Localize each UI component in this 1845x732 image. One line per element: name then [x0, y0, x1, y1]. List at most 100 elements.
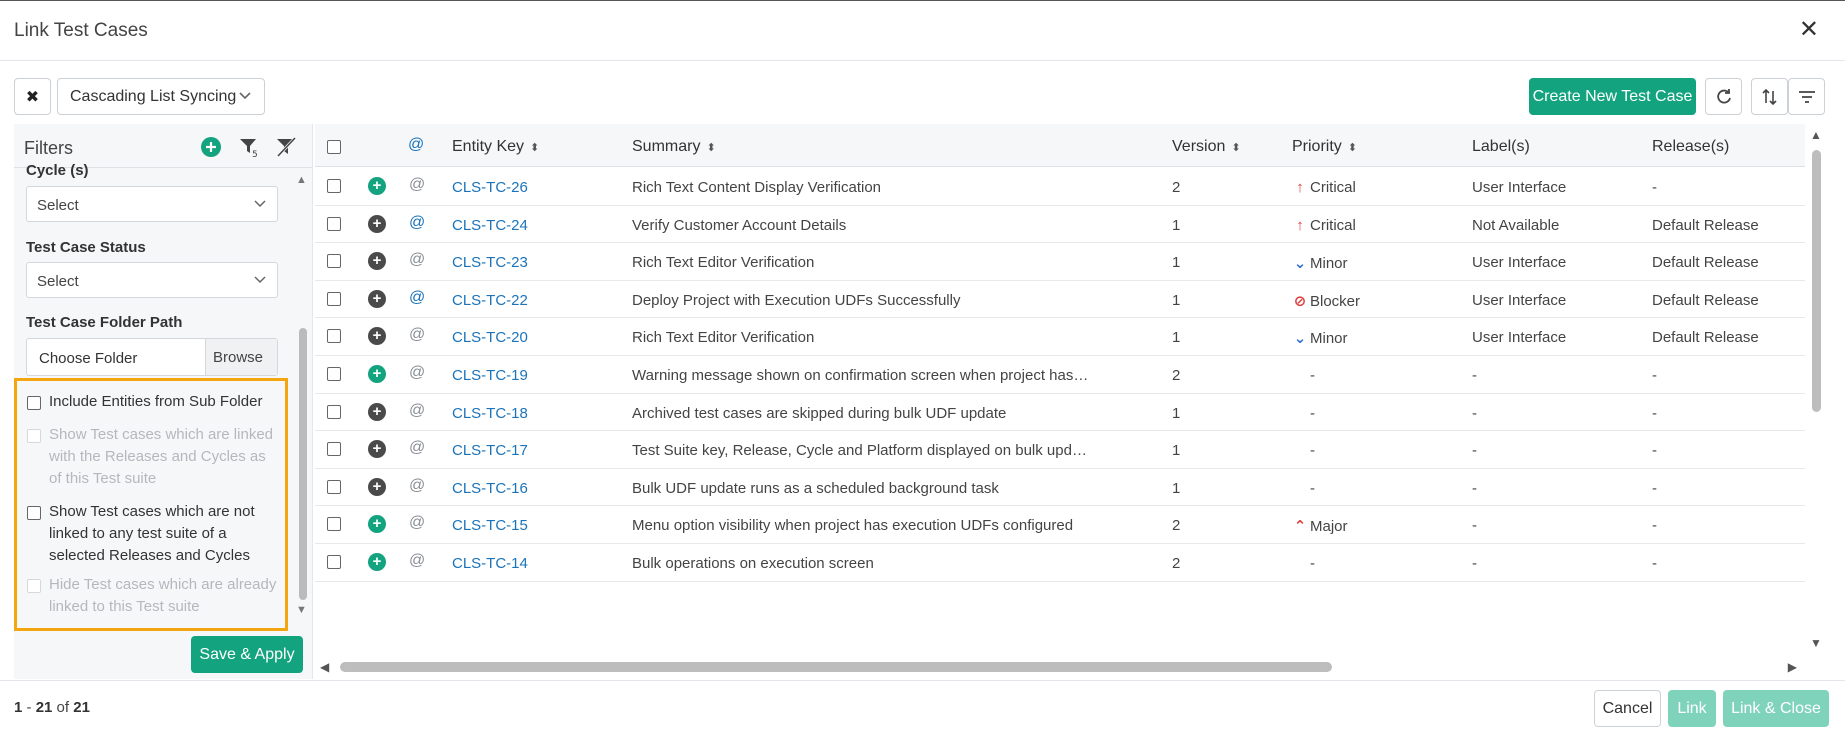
folder-path-field[interactable]: Choose Folder Browse — [26, 338, 278, 376]
row-checkbox[interactable] — [327, 404, 341, 419]
create-test-case-button[interactable]: Create New Test Case — [1529, 78, 1696, 115]
version-cell: 2 — [1172, 555, 1181, 572]
row-checkbox[interactable] — [327, 179, 341, 193]
select-all-checkbox[interactable] — [327, 140, 341, 154]
row-checkbox[interactable] — [327, 479, 341, 494]
row-checkbox[interactable] — [327, 329, 341, 344]
column-settings-button[interactable] — [1751, 78, 1788, 115]
release-cell: - — [1652, 555, 1657, 572]
option-include-subfolder[interactable]: Include Entities from Sub Folder — [27, 391, 281, 413]
row-checkbox[interactable] — [327, 517, 341, 532]
refresh-button[interactable] — [1705, 78, 1742, 115]
scroll-left-icon[interactable]: ◀ — [320, 660, 329, 674]
scroll-thumb[interactable] — [340, 662, 1332, 672]
status-select[interactable]: Select — [26, 262, 278, 298]
entity-key-link[interactable]: CLS-TC-16 — [452, 480, 528, 497]
header-entity-key[interactable]: Entity Key ⬍ — [452, 138, 539, 156]
row-checkbox[interactable] — [327, 216, 341, 231]
header-summary[interactable]: Summary ⬍ — [632, 138, 716, 156]
table-row[interactable]: + @ CLS-TC-20 Rich Text Editor Verification… — [315, 318, 1805, 356]
filters-scrollbar[interactable]: ▲ ▼ — [296, 168, 310, 628]
summary-cell: Warning message shown on confirmation sc… — [632, 367, 1092, 384]
folder-placeholder: Choose Folder — [39, 350, 138, 367]
checkbox[interactable] — [27, 396, 41, 410]
entity-key-link[interactable]: CLS-TC-26 — [452, 179, 528, 196]
add-circle-icon[interactable]: + — [368, 252, 386, 271]
table-row[interactable]: + @ CLS-TC-15 Menu option visibility when p… — [315, 506, 1805, 544]
scroll-thumb[interactable] — [1812, 150, 1821, 412]
entity-key-link[interactable]: CLS-TC-15 — [452, 517, 528, 534]
entity-key-link[interactable]: CLS-TC-18 — [452, 405, 528, 422]
entity-key-link[interactable]: CLS-TC-22 — [452, 292, 528, 309]
priority-cell: - — [1310, 479, 1315, 497]
add-circle-icon[interactable]: + — [368, 553, 386, 571]
scroll-down-icon[interactable]: ▼ — [1810, 636, 1822, 650]
table-row[interactable]: + @ CLS-TC-19 Warning message shown on conf… — [315, 356, 1805, 394]
version-cell: 2 — [1172, 367, 1181, 384]
add-circle-icon[interactable]: + — [368, 477, 386, 496]
status-select-value: Select — [37, 273, 79, 290]
add-circle-icon[interactable]: + — [368, 214, 386, 233]
refresh-icon — [1716, 88, 1731, 103]
add-circle-icon[interactable]: + — [368, 402, 386, 421]
clear-filter-button[interactable]: ✖ — [14, 78, 51, 115]
entity-key-link[interactable]: CLS-TC-24 — [452, 217, 528, 234]
checkbox[interactable] — [27, 506, 41, 520]
priority-cell: ↑ Critical — [1292, 217, 1356, 234]
table-horizontal-scrollbar[interactable]: ◀ ▶ — [318, 658, 1805, 676]
add-circle-icon[interactable]: + — [368, 177, 386, 195]
table-row[interactable]: + @ CLS-TC-23 Rich Text Editor Verification… — [315, 243, 1805, 281]
saved-filter-select[interactable]: Cascading List Syncing — [57, 78, 265, 115]
entity-key-link[interactable]: CLS-TC-17 — [452, 442, 528, 459]
scroll-thumb[interactable] — [299, 328, 307, 600]
table-row[interactable]: + @ CLS-TC-26 Rich Text Content Display Ver… — [315, 168, 1805, 206]
cycle-select[interactable]: Select — [26, 186, 278, 222]
link-and-close-button[interactable]: Link & Close — [1723, 690, 1829, 727]
add-circle-icon[interactable]: + — [368, 515, 386, 534]
entity-key-link[interactable]: CLS-TC-20 — [452, 329, 528, 346]
test-case-table: @ Entity Key ⬍ Summary ⬍ Version ⬍ Priority… — [315, 124, 1805, 644]
close-icon[interactable]: ✕ — [1799, 18, 1819, 42]
scroll-down-icon[interactable]: ▼ — [296, 604, 307, 616]
scroll-up-icon[interactable]: ▲ — [296, 174, 307, 186]
row-checkbox[interactable] — [327, 555, 341, 569]
table-vertical-scrollbar[interactable]: ▲ ▼ — [1805, 128, 1827, 653]
table-row[interactable]: + @ CLS-TC-14 Bulk operations on execution … — [315, 544, 1805, 582]
add-circle-icon[interactable]: + — [368, 365, 386, 383]
header-version[interactable]: Version ⬍ — [1172, 138, 1241, 156]
release-cell: Default Release — [1652, 291, 1759, 309]
table-row[interactable]: + @ CLS-TC-24 Verify Customer Account Detai… — [315, 206, 1805, 244]
filter-reset-icon[interactable]: 5 — [238, 136, 260, 158]
browse-button[interactable]: Browse — [205, 339, 277, 375]
table-row[interactable]: + @ CLS-TC-22 Deploy Project with Execution… — [315, 281, 1805, 319]
row-checkbox[interactable] — [327, 254, 341, 269]
table-row[interactable]: + @ CLS-TC-18 Archived test cases are skipp… — [315, 394, 1805, 432]
summary-cell: Rich Text Editor Verification — [632, 254, 815, 272]
chevron-down-icon — [253, 272, 267, 289]
entity-key-link[interactable]: CLS-TC-19 — [452, 367, 528, 384]
link-button[interactable]: Link — [1668, 690, 1716, 727]
header-priority[interactable]: Priority ⬍ — [1292, 138, 1357, 156]
filter-toggle-button[interactable] — [1788, 78, 1825, 115]
add-filter-icon[interactable] — [200, 136, 222, 158]
save-apply-button[interactable]: Save & Apply — [191, 636, 303, 673]
at-mention-icon: @ — [409, 401, 426, 419]
row-checkbox[interactable] — [327, 367, 341, 381]
add-circle-icon[interactable]: + — [368, 327, 386, 346]
row-checkbox[interactable] — [327, 291, 341, 306]
scroll-right-icon[interactable]: ▶ — [1788, 660, 1797, 674]
priority-minor-icon: ⌄ — [1293, 330, 1307, 348]
clear-filters-icon[interactable] — [275, 136, 297, 158]
priority-cell: - — [1310, 442, 1315, 460]
table-row[interactable]: + @ CLS-TC-16 Bulk UDF update runs as a sch… — [315, 469, 1805, 507]
row-checkbox[interactable] — [327, 442, 341, 457]
table-row[interactable]: + @ CLS-TC-17 Test Suite key, Release, Cycl… — [315, 431, 1805, 469]
option-not-linked[interactable]: Show Test cases which are not linked to … — [27, 501, 281, 567]
version-cell: 2 — [1172, 179, 1181, 196]
scroll-up-icon[interactable]: ▲ — [1810, 128, 1822, 142]
entity-key-link[interactable]: CLS-TC-23 — [452, 254, 528, 271]
add-circle-icon[interactable]: + — [368, 440, 386, 459]
add-circle-icon[interactable]: + — [368, 289, 386, 308]
cancel-button[interactable]: Cancel — [1594, 690, 1661, 727]
entity-key-link[interactable]: CLS-TC-14 — [452, 555, 528, 572]
